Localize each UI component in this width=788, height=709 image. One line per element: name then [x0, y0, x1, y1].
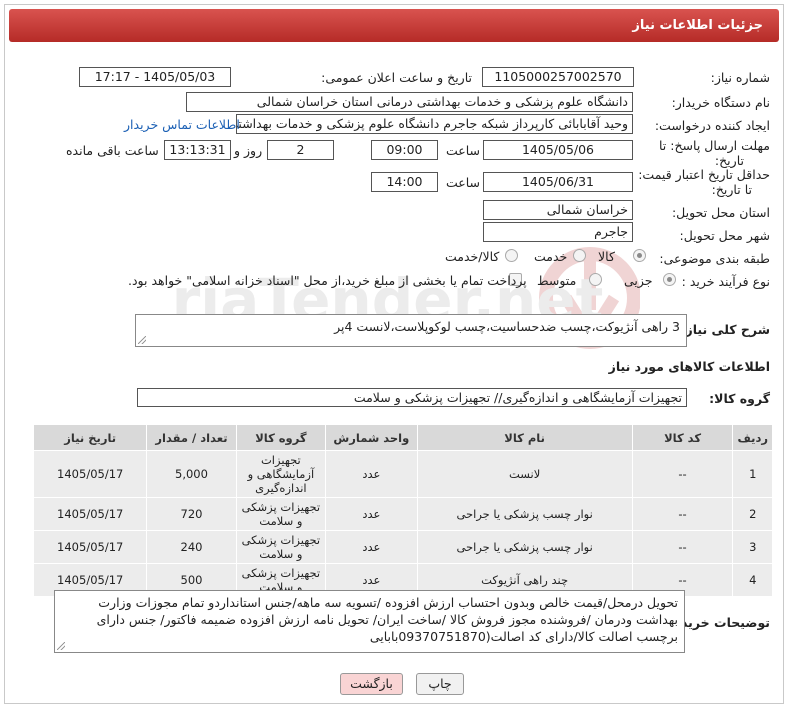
city-value: جاجرم: [483, 222, 633, 242]
header-name: نام کالا: [416, 424, 633, 451]
announce-datetime-value: 1405/05/03 - 17:17: [79, 67, 231, 87]
cell-group: تجهیزات پزشکی و سلامت: [235, 497, 327, 531]
purchase-type-label: نوع فرآیند خرید :: [681, 274, 770, 289]
purchase-option-medium: متوسط: [537, 273, 577, 288]
deadline-time: 09:00: [371, 140, 438, 160]
requester-label: ایجاد کننده درخواست:: [654, 118, 770, 133]
cell-index: 4: [732, 563, 773, 597]
purchase-radio-minor[interactable]: [663, 273, 676, 286]
buyer-org-label: نام دستگاه خریدار:: [671, 95, 770, 110]
header-unit: واحد شمارش: [325, 424, 418, 451]
cell-need-date: 1405/05/17: [32, 497, 148, 531]
cell-code: --: [631, 530, 734, 564]
cell-unit: عدد: [325, 497, 418, 531]
remaining-time: 13:13:31: [164, 140, 231, 160]
province-value: خراسان شمالی: [483, 200, 633, 220]
treasury-payment-note: پرداخت تمام یا بخشی از مبلغ خرید،از محل …: [128, 273, 527, 288]
cell-name: نوار چسب پزشکی یا جراحی: [416, 530, 633, 564]
header-group: گروه کالا: [235, 424, 327, 451]
category-label: طبقه بندی موضوعی:: [659, 251, 770, 266]
cell-group: تجهیزات آزمایشگاهی و اندازه‌گیری: [235, 450, 327, 498]
print-button[interactable]: چاپ: [416, 673, 464, 695]
cell-unit: عدد: [325, 450, 418, 498]
cell-need-date: 1405/05/17: [32, 530, 148, 564]
category-radio-goods-service[interactable]: [505, 249, 518, 262]
buyer-org-value: دانشگاه علوم پزشکی و خدمات بهداشتی درمان…: [186, 92, 633, 112]
summary-text: 3 راهی آنژیوکت،چسب ضدحساسیت،چسب لوکوپلاس…: [334, 319, 680, 334]
deadline-label-line2: تاریخ:: [714, 153, 744, 168]
city-label: شهر محل تحویل:: [679, 228, 770, 243]
category-option-service: خدمت: [534, 249, 568, 264]
purchase-option-minor: جزیی: [624, 273, 653, 288]
cell-index: 2: [732, 497, 773, 531]
header-need-date: تاریخ نیاز: [32, 424, 148, 451]
remaining-label: ساعت باقی مانده: [66, 143, 159, 158]
cell-group: تجهیزات پزشکی و سلامت: [235, 530, 327, 564]
deadline-label-line1: مهلت ارسال پاسخ: تا: [659, 138, 770, 153]
resize-grip-icon[interactable]: [138, 336, 146, 344]
need-number-label: شماره نیاز:: [710, 70, 770, 85]
buyer-contact-link[interactable]: اطلاعات تماس خریدار: [124, 117, 240, 132]
category-radio-goods[interactable]: [633, 249, 646, 262]
table-row: 1 -- لانست عدد تجهیزات آزمایشگاهی و اندا…: [32, 450, 773, 498]
cell-quantity: 5,000: [146, 450, 237, 498]
cell-quantity: 720: [146, 497, 237, 531]
cell-name: لانست: [416, 450, 633, 498]
table-row: 3 -- نوار چسب پزشکی یا جراحی عدد تجهیزات…: [32, 530, 773, 564]
header-bar: جزئیات اطلاعات نیاز: [9, 9, 779, 42]
cell-code: --: [631, 497, 734, 531]
summary-textarea[interactable]: 3 راهی آنژیوکت،چسب ضدحساسیت،چسب لوکوپلاس…: [135, 314, 687, 347]
goods-table-header: ردیف کد کالا نام کالا واحد شمارش گروه کا…: [32, 424, 773, 451]
back-button[interactable]: بازگشت: [340, 673, 403, 695]
goods-section-title: اطلاعات کالاهای مورد نیاز: [608, 359, 770, 374]
header-code: کد کالا: [631, 424, 734, 451]
announce-datetime-label: تاریخ و ساعت اعلان عمومی:: [321, 70, 472, 85]
cell-code: --: [631, 450, 734, 498]
purchase-radio-medium[interactable]: [589, 273, 602, 286]
cell-quantity: 240: [146, 530, 237, 564]
remaining-days: 2: [267, 140, 334, 160]
validity-label-line2: تا تاریخ:: [711, 182, 752, 197]
header-quantity: تعداد / مقدار: [146, 424, 237, 451]
category-radio-service[interactable]: [573, 249, 586, 262]
summary-label: شرح کلی نیاز:: [680, 322, 770, 337]
days-label: روز و: [234, 143, 263, 158]
cell-unit: عدد: [325, 530, 418, 564]
deadline-date: 1405/05/06: [483, 140, 633, 160]
validity-time: 14:00: [371, 172, 438, 192]
page-title: جزئیات اطلاعات نیاز: [632, 18, 763, 33]
deadline-time-label: ساعت: [446, 143, 481, 158]
validity-date: 1405/06/31: [483, 172, 633, 192]
goods-table: ردیف کد کالا نام کالا واحد شمارش گروه کا…: [32, 424, 773, 597]
table-row: 2 -- نوار چسب پزشکی یا جراحی عدد تجهیزات…: [32, 497, 773, 531]
cell-index: 3: [732, 530, 773, 564]
resize-grip-icon[interactable]: [57, 642, 65, 650]
requester-value: وحید آقابابائی کارپرداز شبکه جاجرم دانشگ…: [236, 114, 633, 134]
category-option-goods-service: کالا/خدمت: [445, 249, 500, 264]
category-option-goods: کالا: [598, 249, 615, 264]
need-number-value: 1105000257002570: [482, 67, 634, 87]
cell-index: 1: [732, 450, 773, 498]
buyer-notes-text: تحویل درمحل/قیمت خالص وبدون احتساب ارزش …: [96, 595, 678, 644]
cell-name: نوار چسب پزشکی یا جراحی: [416, 497, 633, 531]
goods-group-label: گروه کالا:: [709, 391, 770, 406]
header-row-index: ردیف: [732, 424, 773, 451]
validity-label-line1: حداقل تاریخ اعتبار قیمت:: [638, 167, 770, 182]
goods-group-value: تجهیزات آزمایشگاهی و اندازه‌گیری// تجهیز…: [137, 388, 687, 407]
province-label: استان محل تحویل:: [671, 205, 770, 220]
validity-time-label: ساعت: [446, 175, 481, 190]
cell-need-date: 1405/05/17: [32, 450, 148, 498]
buyer-notes-textarea[interactable]: تحویل درمحل/قیمت خالص وبدون احتساب ارزش …: [54, 590, 685, 653]
